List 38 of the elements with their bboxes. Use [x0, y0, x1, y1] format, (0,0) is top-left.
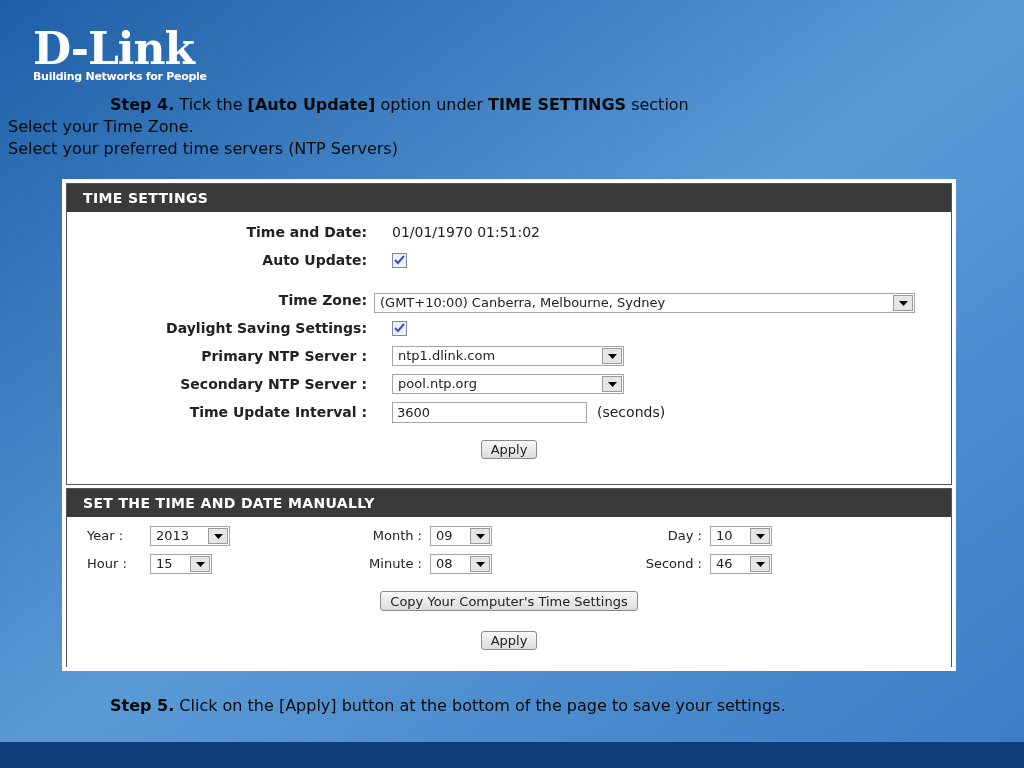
apply-button[interactable]: Apply	[480, 440, 538, 459]
field-label: Minute :	[368, 555, 422, 574]
field-label: Time and Date:	[246, 222, 367, 242]
checkbox[interactable]	[392, 252, 407, 268]
dropdown-field[interactable]: (GMT+10:00) Canberra, Melbourne, Sydney	[374, 293, 915, 313]
dropdown-field[interactable]: 15	[150, 554, 212, 574]
instruction-text: Step 5. Click on the [Apply] button at the bottom of the page to save your settings.	[109, 695, 787, 717]
field-label: Secondary NTP Server :	[180, 374, 367, 394]
field-label: Auto Update:	[262, 250, 367, 270]
copy-time-button[interactable]: Copy Your Computer's Time Settings	[380, 591, 638, 611]
dropdown-field[interactable]: 46	[710, 554, 772, 574]
field-label: Primary NTP Server :	[201, 346, 367, 366]
input-field[interactable]: 3600	[392, 401, 587, 423]
apply-button[interactable]: Apply	[480, 631, 538, 650]
field-label: Time Zone:	[278, 290, 367, 310]
logo-tagline: Building Networks for People	[33, 70, 207, 84]
field-label: Day :	[666, 527, 702, 546]
dropdown-field[interactable]: ntp1.dlink.com	[392, 346, 624, 366]
section-title: SET THE TIME AND DATE MANUALLY	[83, 493, 375, 513]
field-label: Second :	[644, 555, 702, 574]
instruction-text: Select your Time Zone.	[7, 116, 195, 138]
instruction-text: Select your preferred time servers (NTP Servers)	[7, 138, 399, 160]
dropdown-field[interactable]: 2013	[150, 526, 230, 546]
field-label: Year :	[87, 527, 125, 546]
unit-label: (seconds)	[597, 402, 666, 422]
instruction-text: Step 4. Tick the [Auto Update] option under TIME SETTINGS section	[109, 94, 690, 116]
dropdown-field[interactable]: pool.ntp.org	[392, 374, 624, 394]
dropdown-field[interactable]: 10	[710, 526, 772, 546]
field-label: Time Update Interval :	[189, 402, 367, 422]
checkbox[interactable]	[392, 320, 407, 336]
dropdown-field[interactable]: 09	[430, 526, 492, 546]
logo-wordmark: D-Link	[33, 28, 194, 70]
section-title: TIME SETTINGS	[83, 188, 209, 208]
field-label: Month :	[371, 527, 422, 546]
field-label: Hour :	[87, 555, 128, 574]
dropdown-field[interactable]: 08	[430, 554, 492, 574]
field-label: Daylight Saving Settings:	[166, 318, 367, 338]
field-value: 01/01/1970 01:51:02	[392, 222, 541, 242]
